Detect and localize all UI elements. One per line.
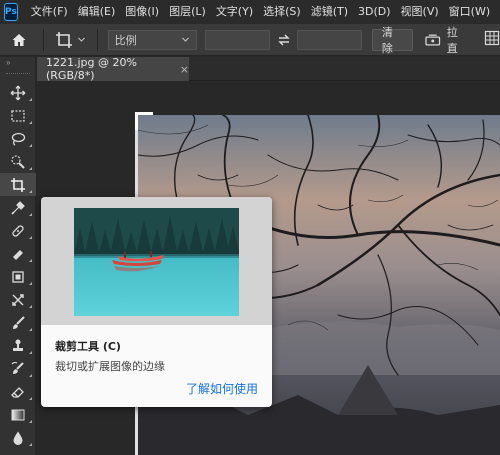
- crop-icon: [11, 177, 25, 192]
- move-icon: [10, 85, 26, 100]
- blur-tool[interactable]: [0, 426, 36, 449]
- menu-filter[interactable]: 滤镜(T): [306, 0, 353, 24]
- document-tab-title: 1221.jpg @ 20%(RGB/8*): [46, 56, 137, 82]
- collapse-toolbar-button[interactable]: »: [0, 57, 35, 71]
- menu-image[interactable]: 图像(I): [120, 0, 164, 24]
- grid-overlay-icon: [484, 30, 500, 46]
- brush-tool[interactable]: [0, 311, 36, 334]
- options-bar: 比例 清除 拉直: [0, 24, 500, 56]
- tooltip-description: 裁切或扩展图像的边缘: [55, 360, 165, 373]
- marquee-tool[interactable]: [0, 104, 36, 127]
- tool-preset-picker[interactable]: [48, 28, 93, 52]
- tools-panel: »: [0, 57, 36, 455]
- quick-select-tool[interactable]: [0, 150, 36, 173]
- history-brush-icon: [11, 361, 24, 374]
- width-field[interactable]: [205, 29, 271, 50]
- tooltip-title: 裁剪工具 (C): [55, 340, 121, 353]
- menu-3d[interactable]: 3D(D): [353, 0, 396, 24]
- swap-dimensions-button[interactable]: [270, 33, 297, 47]
- separator: [42, 28, 44, 51]
- gradient-icon: [11, 409, 25, 420]
- cross-arrows-icon: [12, 293, 24, 306]
- menu-type[interactable]: 文字(Y): [211, 0, 258, 24]
- eyedropper-icon: [11, 200, 25, 215]
- brush-icon: [13, 315, 25, 329]
- water-drop-icon: [13, 431, 23, 445]
- content-aware-move-tool[interactable]: [0, 288, 36, 311]
- chevron-down-icon: [77, 37, 85, 42]
- straighten-label: 拉直: [446, 25, 458, 55]
- menu-file[interactable]: 文件(F): [26, 0, 73, 24]
- eyedropper-tool[interactable]: [0, 196, 36, 219]
- clone-stamp-tool[interactable]: [0, 334, 36, 357]
- ratio-select-value: 比例: [114, 33, 137, 47]
- ratio-select[interactable]: 比例: [107, 29, 198, 50]
- healing-brush-tool[interactable]: [0, 219, 36, 242]
- crop-tool[interactable]: [0, 173, 36, 196]
- patch-icon: [13, 249, 23, 260]
- height-field[interactable]: [297, 29, 362, 50]
- panel-grip[interactable]: [6, 73, 30, 75]
- stamp-icon: [13, 339, 23, 351]
- straighten-button[interactable]: 拉直: [425, 24, 468, 56]
- menu-layer[interactable]: 图层(L): [164, 0, 211, 24]
- crop-tool-tooltip: 裁剪工具 (C) 裁切或扩展图像的边缘 了解如何使用: [41, 197, 272, 407]
- document-tab-bar: 1221.jpg @ 20%(RGB/8*) ×: [37, 56, 500, 82]
- menu-select[interactable]: 选择(S): [258, 0, 306, 24]
- straighten-icon: [425, 34, 441, 45]
- object-selection-tool[interactable]: [0, 265, 36, 288]
- swap-icon: [277, 33, 290, 46]
- object-select-icon: [12, 270, 24, 283]
- chevron-down-icon: [182, 37, 190, 42]
- tooltip-preview-area: [41, 197, 272, 325]
- rectangle-marquee-icon: [11, 109, 25, 122]
- close-tab-button[interactable]: ×: [180, 63, 189, 76]
- menu-window[interactable]: 窗口(W): [444, 0, 495, 24]
- move-tool[interactable]: [0, 81, 36, 104]
- menu-view[interactable]: 视图(V): [396, 0, 444, 24]
- bandage-icon: [12, 224, 24, 237]
- gradient-tool[interactable]: [0, 403, 36, 426]
- eraser-tool-alt[interactable]: [0, 242, 36, 265]
- tooltip-preview-image: [74, 208, 239, 316]
- home-button[interactable]: [0, 24, 39, 56]
- menu-bar: Ps 文件(F) 编辑(E) 图像(I) 图层(L) 文字(Y) 选择(S) 滤…: [0, 0, 500, 24]
- lasso-icon: [11, 132, 26, 146]
- eraser-tool[interactable]: [0, 380, 36, 403]
- eraser-icon: [11, 386, 24, 398]
- home-icon: [12, 33, 26, 46]
- canoes-lake-illustration: [74, 208, 239, 316]
- crop-icon: [55, 31, 72, 48]
- photoshop-logo[interactable]: Ps: [4, 3, 18, 21]
- document-tab[interactable]: 1221.jpg @ 20%(RGB/8*) ×: [37, 56, 189, 82]
- quick-selection-icon: [11, 154, 25, 169]
- overlay-options-button[interactable]: [484, 30, 500, 49]
- menu-edit[interactable]: 编辑(E): [73, 0, 121, 24]
- separator: [96, 28, 98, 51]
- crop-handle-top-left[interactable]: [135, 112, 153, 130]
- clear-button[interactable]: 清除: [371, 26, 414, 55]
- learn-how-link[interactable]: 了解如何使用: [186, 380, 258, 397]
- lasso-tool[interactable]: [0, 127, 36, 150]
- menu-help[interactable]: 帮: [495, 0, 500, 24]
- history-brush-tool[interactable]: [0, 357, 36, 380]
